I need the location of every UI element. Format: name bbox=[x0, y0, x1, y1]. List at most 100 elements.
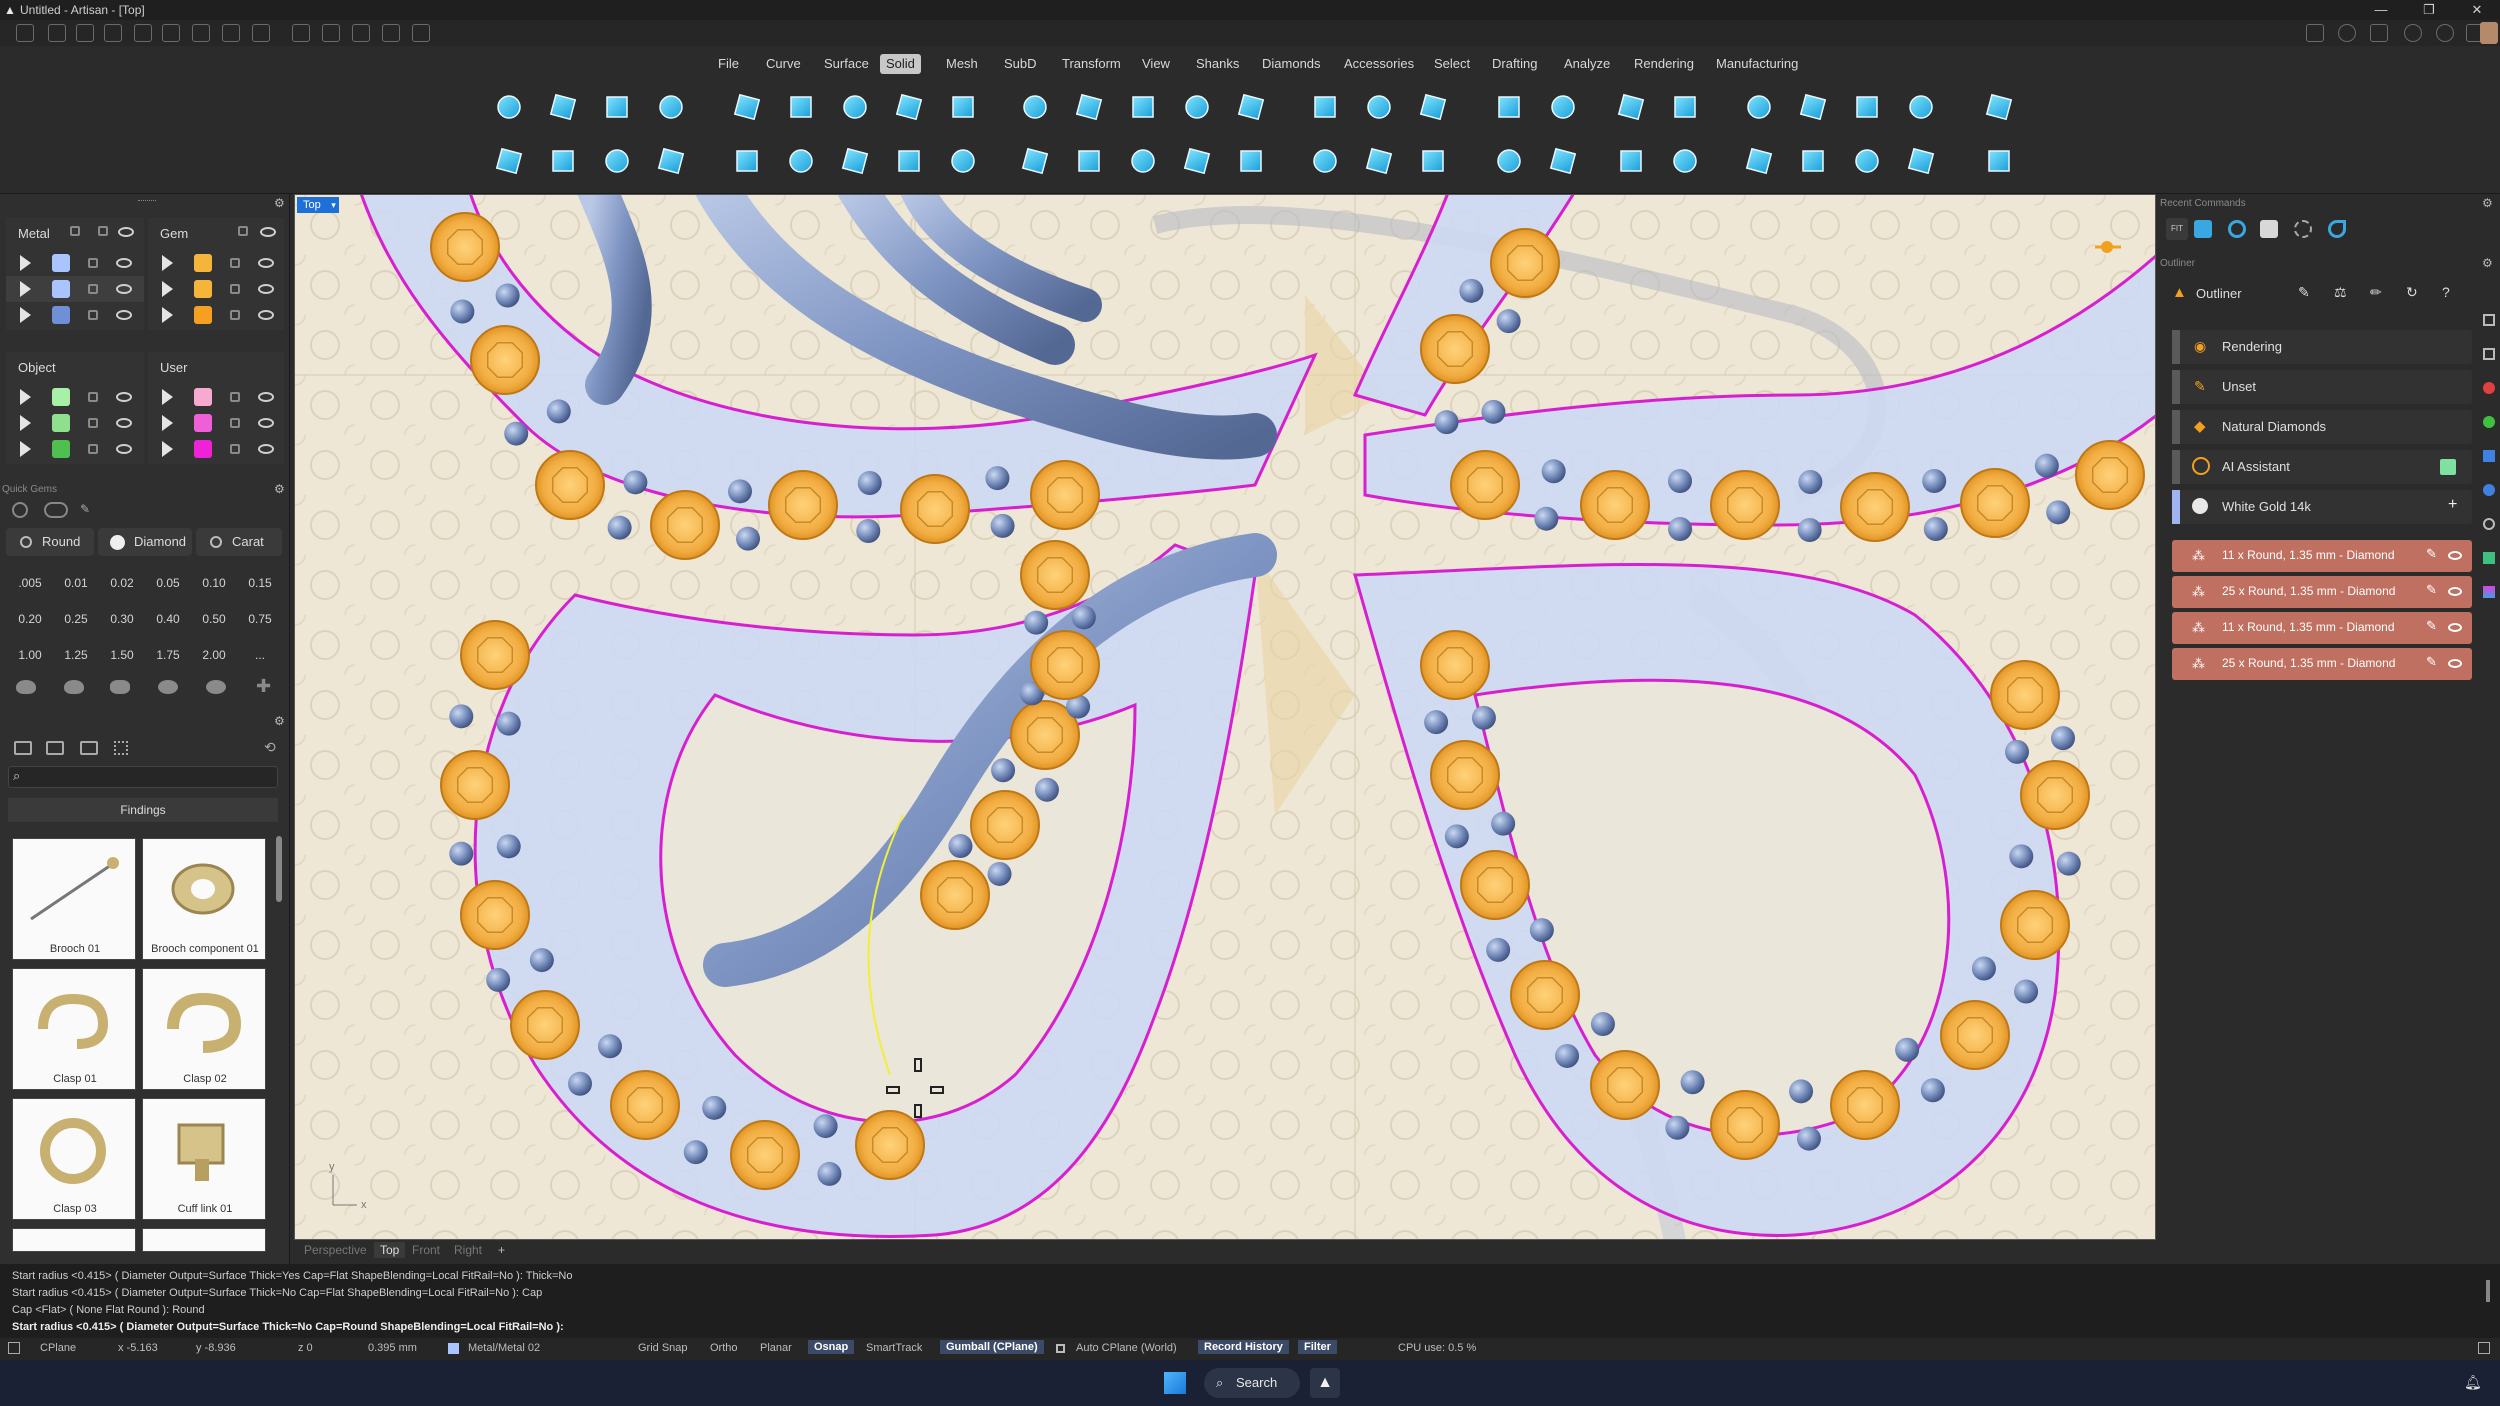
gem-swatch-1[interactable] bbox=[194, 254, 212, 272]
menu-select[interactable]: Select bbox=[1428, 54, 1476, 74]
visibility-icon[interactable] bbox=[258, 310, 274, 320]
metal-bead[interactable] bbox=[529, 948, 554, 973]
gem-cut-marquise-icon[interactable] bbox=[206, 680, 226, 694]
panel-toggle-icon[interactable] bbox=[8, 1342, 20, 1354]
object-layer-row-3[interactable] bbox=[6, 436, 144, 462]
split-tool-icon[interactable] bbox=[1414, 88, 1452, 126]
metal-bead[interactable] bbox=[987, 861, 1012, 886]
lock-icon[interactable] bbox=[88, 418, 98, 428]
visibility-icon[interactable] bbox=[258, 444, 274, 454]
align-tool-icon[interactable] bbox=[382, 24, 400, 42]
outliner-row-natural-diamonds[interactable]: ◆ Natural Diamonds bbox=[2172, 410, 2472, 444]
outliner-row-ai-assistant[interactable]: AI Assistant bbox=[2172, 450, 2472, 484]
metal-bead[interactable] bbox=[948, 834, 973, 859]
gumball-tool-icon[interactable] bbox=[1980, 142, 2018, 180]
metal-bead[interactable] bbox=[1798, 470, 1823, 495]
menu-drafting[interactable]: Drafting bbox=[1486, 54, 1544, 74]
round-diamond[interactable] bbox=[470, 325, 540, 395]
round-diamond[interactable] bbox=[1450, 450, 1520, 520]
lock-icon[interactable] bbox=[88, 310, 98, 320]
menu-rendering[interactable]: Rendering bbox=[1628, 54, 1700, 74]
gem-size-cell[interactable]: 1.75 bbox=[148, 642, 188, 668]
viewport-label-tab[interactable]: Top ▾ bbox=[297, 197, 339, 213]
visibility-icon[interactable] bbox=[258, 418, 274, 428]
ellipsoid-tool-icon[interactable] bbox=[598, 142, 636, 180]
round-diamond[interactable] bbox=[1580, 470, 1650, 540]
render-icon[interactable] bbox=[2483, 416, 2495, 428]
menu-accessories[interactable]: Accessories bbox=[1338, 54, 1420, 74]
edit-icon[interactable]: ✎ bbox=[2426, 654, 2437, 670]
redo-icon[interactable] bbox=[162, 24, 180, 42]
play-icon[interactable] bbox=[162, 389, 173, 405]
finding-clasp-02[interactable]: Clasp 02 bbox=[142, 968, 266, 1090]
smarttrack-toggle[interactable]: SmartTrack bbox=[866, 1342, 922, 1354]
quick-gems-settings-icon[interactable]: ⚙ bbox=[274, 482, 285, 496]
metal-bead[interactable] bbox=[2014, 979, 2039, 1004]
command-prompt[interactable]: Start radius <0.415> ( Diameter Output=S… bbox=[12, 1321, 564, 1333]
measure-icon[interactable] bbox=[292, 24, 310, 42]
outliner-gear-icon[interactable]: ⚙ bbox=[2482, 256, 2493, 270]
menu-analyze[interactable]: Analyze bbox=[1558, 54, 1616, 74]
tab-perspective[interactable]: Perspective bbox=[304, 1243, 367, 1257]
metal-bead[interactable] bbox=[449, 704, 474, 729]
ortho-toggle[interactable]: Ortho bbox=[710, 1342, 738, 1354]
library-search-field[interactable]: ⌕ bbox=[8, 766, 278, 788]
panel-toggle-icon[interactable] bbox=[2478, 1342, 2490, 1354]
visibility-icon[interactable] bbox=[2448, 551, 2462, 560]
menu-diamonds[interactable]: Diamonds bbox=[1256, 54, 1327, 74]
finding-cuff-link-01[interactable]: Cuff link 01 bbox=[142, 1098, 266, 1220]
metal-bead[interactable] bbox=[1491, 811, 1516, 836]
planar-toggle[interactable]: Planar bbox=[760, 1342, 792, 1354]
intersect-tool-icon[interactable] bbox=[1360, 88, 1398, 126]
metal-bead[interactable] bbox=[1668, 517, 1692, 541]
boolean-tool-icon[interactable] bbox=[1178, 88, 1216, 126]
play-icon[interactable] bbox=[20, 415, 31, 431]
lock-icon[interactable] bbox=[88, 284, 98, 294]
gem-size-cell[interactable]: 1.25 bbox=[56, 642, 96, 668]
metal-bead[interactable] bbox=[1459, 278, 1484, 303]
gumball-toggle[interactable]: Gumball (CPlane) bbox=[940, 1340, 1044, 1354]
finding-next-2[interactable] bbox=[142, 1228, 266, 1252]
metal-bead[interactable] bbox=[1797, 517, 1822, 542]
gem-size-cell[interactable]: 2.00 bbox=[194, 642, 234, 668]
gem-layer-row-1[interactable] bbox=[148, 250, 284, 276]
loft-tool-icon[interactable] bbox=[1070, 88, 1108, 126]
recent-commands-gear-icon[interactable]: ⚙ bbox=[2482, 196, 2493, 210]
tube-tool-icon[interactable] bbox=[652, 88, 690, 126]
metal-bead[interactable] bbox=[1034, 777, 1059, 802]
chamfer-tool-icon[interactable] bbox=[1544, 88, 1582, 126]
cplane-label[interactable]: CPlane bbox=[40, 1342, 76, 1354]
save-icon[interactable] bbox=[192, 24, 210, 42]
gem-group-row-2[interactable]: ⁂ 25 x Round, 1.35 mm - Diamond ✎ bbox=[2172, 576, 2472, 608]
metal-bead[interactable] bbox=[495, 283, 520, 308]
metal-bead[interactable] bbox=[1920, 1078, 1945, 1103]
gem-group-row-4[interactable]: ⁂ 25 x Round, 1.35 mm - Diamond ✎ bbox=[2172, 648, 2472, 680]
gem-size-cell[interactable]: 1.00 bbox=[10, 642, 50, 668]
play-icon[interactable] bbox=[20, 389, 31, 405]
library-folder-icon[interactable] bbox=[14, 741, 32, 755]
tab-right[interactable]: Right bbox=[454, 1243, 482, 1257]
cap-tool-icon[interactable] bbox=[1740, 88, 1778, 126]
object-swatch-2[interactable] bbox=[52, 414, 70, 432]
play-icon[interactable] bbox=[162, 255, 173, 271]
lock-icon[interactable] bbox=[88, 392, 98, 402]
visibility-icon[interactable] bbox=[2448, 587, 2462, 596]
user-swatch-2[interactable] bbox=[194, 414, 212, 432]
box-tool-icon[interactable] bbox=[490, 88, 528, 126]
user-swatch-1[interactable] bbox=[194, 388, 212, 406]
grid-snap-toggle[interactable]: Grid Snap bbox=[638, 1342, 688, 1354]
extrude-tool-icon[interactable] bbox=[890, 142, 928, 180]
truncated-cone-tool-icon[interactable] bbox=[836, 88, 874, 126]
visibility-icon[interactable] bbox=[258, 258, 274, 268]
snap-tool-icon[interactable] bbox=[322, 24, 340, 42]
visibility-icon[interactable] bbox=[258, 284, 274, 294]
play-icon[interactable] bbox=[162, 307, 173, 323]
lock-icon[interactable] bbox=[230, 444, 240, 454]
gem-unit-carat-tab[interactable]: Carat bbox=[196, 528, 282, 556]
visibility-icon[interactable] bbox=[116, 284, 132, 294]
object-layer-row-1[interactable] bbox=[6, 384, 144, 410]
menu-surface[interactable]: Surface bbox=[818, 54, 875, 74]
finding-brooch-component-01[interactable]: Brooch component 01 bbox=[142, 838, 266, 960]
metal-bead[interactable] bbox=[985, 466, 1010, 491]
metal-bead[interactable] bbox=[991, 758, 1016, 783]
